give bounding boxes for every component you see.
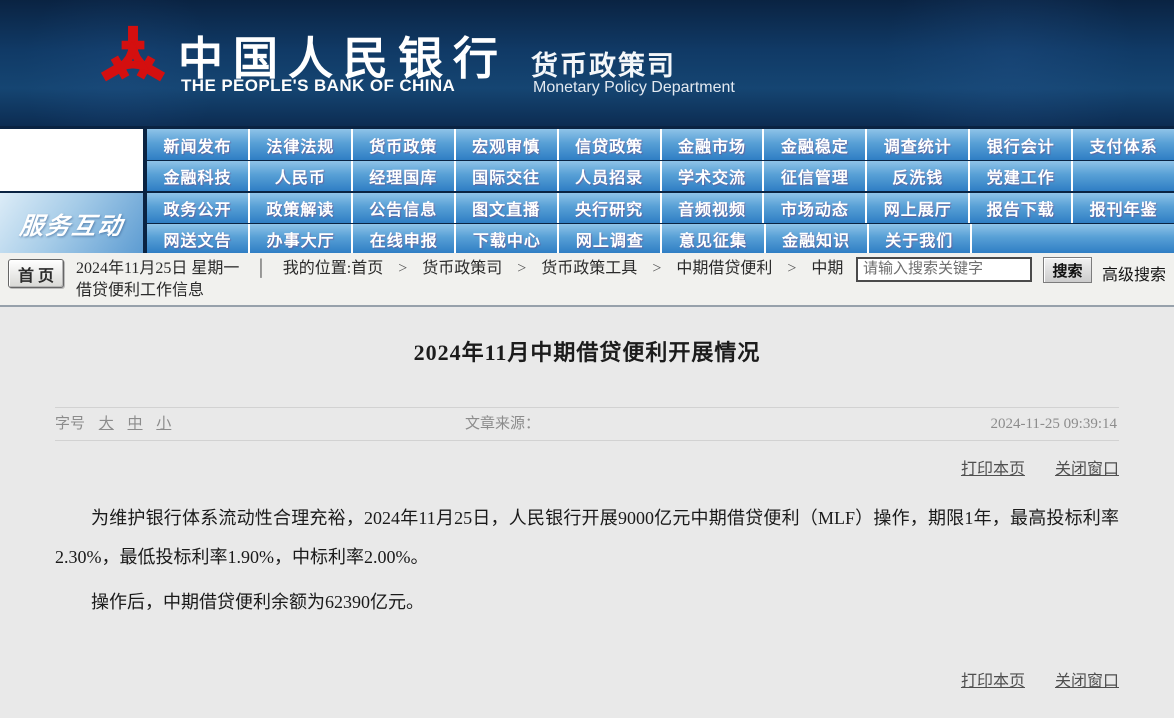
service-interaction-tab[interactable]: 服务互动 [0, 193, 143, 253]
nav-item-online-filing[interactable]: 在线申报 [353, 224, 456, 253]
department-name-chinese: 货币政策司 [531, 44, 676, 83]
nav-item-audio-video[interactable]: 音频视频 [662, 193, 765, 223]
bank-name-english: THE PEOPLE'S BANK OF CHINA [181, 76, 455, 96]
nav-item-financial-markets[interactable]: 金融市场 [662, 129, 765, 160]
date-text: 2024年11月25日 星期一 [76, 260, 239, 277]
nav-item-online-exhibition[interactable]: 网上展厅 [867, 193, 970, 223]
nav-item-announcements[interactable]: 公告信息 [353, 193, 456, 223]
nav-grid: 新闻发布 法律法规 货币政策 宏观审慎 信贷政策 金融市场 金融稳定 调查统计 … [147, 126, 1174, 253]
nav-item-payment-system[interactable]: 支付体系 [1073, 129, 1174, 160]
nav-item-credit-policy[interactable]: 信贷政策 [559, 129, 662, 160]
nav-item-treasury[interactable]: 经理国库 [353, 161, 456, 191]
nav-item-anti-money-laundering[interactable]: 反洗钱 [867, 161, 970, 191]
site-header: 中国人民银行 THE PEOPLE'S BANK OF CHINA 货币政策司 … [0, 0, 1174, 126]
font-size-large-link[interactable]: 大 [99, 416, 114, 432]
nav-item-download-center[interactable]: 下载中心 [456, 224, 559, 253]
breadcrumb-item-policy-tools[interactable]: 货币政策工具 [541, 260, 637, 277]
search-button[interactable]: 搜索 [1043, 257, 1092, 283]
article-source-label: 文章来源： [465, 408, 540, 441]
nav-row-4: 网送文告 办事大厅 在线申报 下载中心 网上调查 意见征集 金融知识 关于我们 [147, 224, 1174, 253]
breadcrumb: 2024年11月25日 星期一 │ 我的位置:首页 > 货币政策司 > 货币政策… [76, 258, 858, 302]
nav-item-academic-exchange[interactable]: 学术交流 [662, 161, 765, 191]
nav-item-web-notices[interactable]: 网送文告 [147, 224, 250, 253]
nav-left-spacer [0, 129, 143, 191]
service-interaction-label: 服务互动 [18, 206, 126, 241]
nav-row-2: 金融科技 人民币 经理国库 国际交往 人员招录 学术交流 征信管理 反洗钱 党建… [147, 161, 1174, 191]
article-content: 2024年11月中期借贷便利开展情况 字号 大 中 小 文章来源： 2024-1… [0, 309, 1174, 718]
close-window-link[interactable]: 关闭窗口 [1055, 461, 1119, 478]
nav-item-online-survey[interactable]: 网上调查 [559, 224, 662, 253]
main-navigation: 服务互动 新闻发布 法律法规 货币政策 宏观审慎 信贷政策 金融市场 金融稳定 … [0, 126, 1174, 253]
nav-item-news[interactable]: 新闻发布 [147, 129, 250, 160]
nav-item-periodicals[interactable]: 报刊年鉴 [1073, 193, 1174, 223]
nav-item-financial-stability[interactable]: 金融稳定 [764, 129, 867, 160]
font-size-small-link[interactable]: 小 [156, 416, 171, 432]
nav-item-monetary-policy[interactable]: 货币政策 [353, 129, 456, 160]
nav-item-international[interactable]: 国际交往 [456, 161, 559, 191]
nav-item-gov-disclosure[interactable]: 政务公开 [147, 193, 250, 223]
font-size-label: 字号 [55, 416, 85, 432]
nav-item-report-download[interactable]: 报告下载 [970, 193, 1073, 223]
search-input[interactable] [856, 257, 1032, 282]
pboc-logo-icon [96, 14, 170, 106]
breadcrumb-divider: │ [255, 260, 266, 277]
nav-item-about-us[interactable]: 关于我们 [869, 224, 972, 253]
nav-item-service-hall[interactable]: 办事大厅 [250, 224, 353, 253]
nav-item-empty [972, 224, 1174, 253]
nav-item-research[interactable]: 央行研究 [559, 193, 662, 223]
font-size-medium-link[interactable]: 中 [128, 416, 143, 432]
article-paragraph: 为维护银行体系流动性合理充裕，2024年11月25日，人民银行开展9000亿元中… [55, 499, 1119, 577]
home-button[interactable]: 首 页 [8, 259, 64, 288]
nav-item-live-broadcast[interactable]: 图文直播 [456, 193, 559, 223]
breadcrumb-separator: > [517, 260, 526, 277]
article-body: 为维护银行体系流动性合理充裕，2024年11月25日，人民银行开展9000亿元中… [0, 499, 1174, 622]
department-name-english: Monetary Policy Department [533, 79, 735, 97]
nav-row-1: 新闻发布 法律法规 货币政策 宏观审慎 信贷政策 金融市场 金融稳定 调查统计 … [147, 129, 1174, 160]
print-page-link[interactable]: 打印本页 [961, 673, 1025, 690]
nav-item-fintech[interactable]: 金融科技 [147, 161, 250, 191]
nav-item-financial-knowledge[interactable]: 金融知识 [766, 224, 869, 253]
breadcrumb-item-department[interactable]: 货币政策司 [422, 260, 502, 277]
print-page-link[interactable]: 打印本页 [961, 461, 1025, 478]
nav-item-policy-interpretation[interactable]: 政策解读 [250, 193, 353, 223]
nav-item-renminbi[interactable]: 人民币 [250, 161, 353, 191]
nav-item-empty [1073, 161, 1174, 191]
pboc-page: 中国人民银行 THE PEOPLE'S BANK OF CHINA 货币政策司 … [0, 0, 1174, 718]
nav-item-bank-accounting[interactable]: 银行会计 [970, 129, 1073, 160]
nav-item-credit-reporting[interactable]: 征信管理 [764, 161, 867, 191]
article-meta-row: 字号 大 中 小 文章来源： 2024-11-25 09:39:14 [55, 407, 1119, 441]
nav-item-macroprudential[interactable]: 宏观审慎 [456, 129, 559, 160]
breadcrumb-separator: > [398, 260, 407, 277]
nav-item-recruitment[interactable]: 人员招录 [559, 161, 662, 191]
nav-item-laws[interactable]: 法律法规 [250, 129, 353, 160]
nav-item-market-trends[interactable]: 市场动态 [764, 193, 867, 223]
article-actions-bottom: 打印本页 关闭窗口 [935, 667, 1119, 691]
nav-row-3: 政务公开 政策解读 公告信息 图文直播 央行研究 音频视频 市场动态 网上展厅 … [147, 193, 1174, 223]
breadcrumb-location-home[interactable]: 我的位置:首页 [283, 260, 383, 277]
nav-item-solicit-opinions[interactable]: 意见征集 [662, 224, 765, 253]
article-paragraph: 操作后，中期借贷便利余额为62390亿元。 [55, 583, 1119, 622]
article-actions-top: 打印本页 关闭窗口 [935, 455, 1119, 479]
article-datetime: 2024-11-25 09:39:14 [990, 408, 1117, 441]
breadcrumb-separator: > [787, 260, 796, 277]
nav-item-party-building[interactable]: 党建工作 [970, 161, 1073, 191]
close-window-link[interactable]: 关闭窗口 [1055, 673, 1119, 690]
breadcrumb-bar: 首 页 2024年11月25日 星期一 │ 我的位置:首页 > 货币政策司 > … [0, 253, 1174, 307]
nav-item-statistics[interactable]: 调查统计 [867, 129, 970, 160]
article-title: 2024年11月中期借贷便利开展情况 [0, 335, 1174, 367]
breadcrumb-separator: > [652, 260, 661, 277]
breadcrumb-item-mlf[interactable]: 中期借贷便利 [676, 260, 772, 277]
advanced-search-link[interactable]: 高级搜索 [1102, 261, 1166, 285]
